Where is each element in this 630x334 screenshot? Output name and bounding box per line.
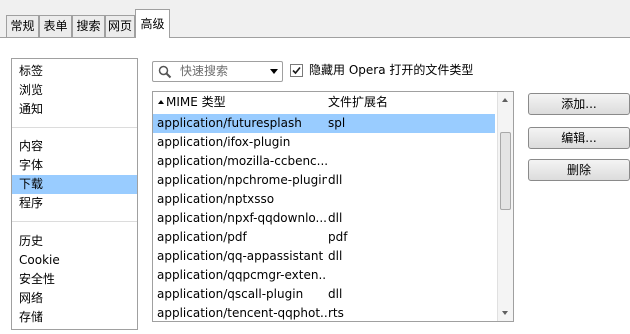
category-item-history[interactable]: 历史 bbox=[12, 232, 137, 251]
table-row[interactable]: application/pdf pdf bbox=[153, 228, 495, 247]
category-item-tabs[interactable]: 标签 bbox=[12, 62, 137, 81]
mime-cell: application/qq-appassistant bbox=[157, 249, 324, 263]
category-item-security[interactable]: 安全性 bbox=[12, 270, 137, 289]
table-row[interactable]: application/npxf-qqdownlo... dll bbox=[153, 209, 495, 228]
mime-cell: application/futuresplash bbox=[157, 116, 302, 130]
hide-opera-types-label[interactable]: 隐藏用 Opera 打开的文件类型 bbox=[309, 63, 473, 78]
mime-cell: application/nptxsso bbox=[157, 192, 275, 206]
extension-cell: dll bbox=[328, 287, 343, 301]
tab-advanced[interactable]: 高级 bbox=[135, 9, 170, 38]
category-list[interactable]: 标签 浏览 通知 内容 字体 下载 程序 历史 Cookie 安全性 网络 存储 bbox=[11, 58, 138, 330]
extension-cell: pdf bbox=[328, 230, 348, 244]
mime-cell: application/qqpcmgr-exten... bbox=[157, 268, 327, 282]
mime-cell: application/npxf-qqdownlo... bbox=[157, 211, 327, 225]
tab-forms[interactable]: 表单 bbox=[39, 15, 72, 37]
mime-cell: application/mozilla-ccbenc... bbox=[157, 154, 327, 168]
table-header: MIME 类型 文件扩展名 bbox=[153, 92, 499, 113]
mime-cell: application/tencent-qqphot... bbox=[157, 306, 327, 320]
category-item-network[interactable]: 网络 bbox=[12, 289, 137, 308]
scrollbar-thumb[interactable] bbox=[500, 132, 511, 210]
table-row[interactable]: application/qq-appassistant dll bbox=[153, 247, 495, 266]
mime-cell: application/ifox-plugin bbox=[157, 135, 291, 149]
category-separator bbox=[12, 221, 137, 222]
scroll-up-icon[interactable] bbox=[502, 98, 508, 102]
category-item-notifications[interactable]: 通知 bbox=[12, 100, 137, 119]
delete-button[interactable]: 删除 bbox=[528, 159, 630, 181]
extension-cell: dll bbox=[328, 249, 343, 263]
add-button[interactable]: 添加... bbox=[528, 93, 630, 115]
mime-type-table[interactable]: MIME 类型 文件扩展名 application/futuresplash s… bbox=[152, 91, 514, 322]
extension-cell: dll bbox=[328, 211, 343, 225]
category-item-fonts[interactable]: 字体 bbox=[12, 156, 137, 175]
table-row[interactable]: application/tencent-qqphot... rts bbox=[153, 304, 495, 321]
table-scrollbar[interactable] bbox=[497, 92, 513, 321]
mime-cell: application/npchrome-plugin bbox=[157, 173, 327, 187]
table-row[interactable]: application/mozilla-ccbenc... bbox=[153, 152, 495, 171]
tab-general[interactable]: 常规 bbox=[6, 15, 39, 37]
extension-cell: rts bbox=[328, 306, 344, 320]
search-icon bbox=[158, 65, 172, 79]
tab-bar: 常规 表单 搜索 网页 高级 bbox=[0, 0, 630, 38]
category-separator bbox=[12, 127, 137, 128]
category-item-storage[interactable]: 存储 bbox=[12, 308, 137, 327]
checkmark-icon bbox=[292, 66, 301, 75]
category-item-cookies[interactable]: Cookie bbox=[12, 251, 137, 270]
quick-search-input[interactable]: 快速搜索 bbox=[152, 61, 283, 82]
category-item-browsing[interactable]: 浏览 bbox=[12, 81, 137, 100]
edit-button[interactable]: 编辑... bbox=[528, 127, 630, 149]
column-header-extension[interactable]: 文件扩展名 bbox=[328, 95, 388, 110]
tab-search[interactable]: 搜索 bbox=[72, 15, 105, 37]
extension-cell: spl bbox=[328, 116, 346, 130]
hide-opera-types-checkbox[interactable] bbox=[290, 64, 303, 77]
category-item-downloads[interactable]: 下载 bbox=[12, 175, 137, 194]
table-row[interactable]: application/nptxsso bbox=[153, 190, 495, 209]
mime-cell: application/pdf bbox=[157, 230, 247, 244]
extension-cell: dll bbox=[328, 173, 343, 187]
category-item-content[interactable]: 内容 bbox=[12, 137, 137, 156]
mime-cell: application/qscall-plugin bbox=[157, 287, 304, 301]
chevron-down-icon[interactable] bbox=[270, 69, 278, 74]
scroll-down-icon[interactable] bbox=[502, 311, 508, 315]
table-row[interactable]: application/futuresplash spl bbox=[153, 114, 495, 133]
table-row[interactable]: application/qscall-plugin dll bbox=[153, 285, 495, 304]
category-item-programs[interactable]: 程序 bbox=[12, 194, 137, 213]
table-row[interactable]: application/qqpcmgr-exten... bbox=[153, 266, 495, 285]
search-placeholder: 快速搜索 bbox=[180, 64, 229, 78]
tab-webpages[interactable]: 网页 bbox=[105, 15, 135, 37]
column-header-mime[interactable]: MIME 类型 bbox=[166, 95, 226, 110]
table-row[interactable]: application/ifox-plugin bbox=[153, 133, 495, 152]
table-row[interactable]: application/npchrome-plugin dll bbox=[153, 171, 495, 190]
sort-ascending-icon bbox=[158, 100, 164, 104]
